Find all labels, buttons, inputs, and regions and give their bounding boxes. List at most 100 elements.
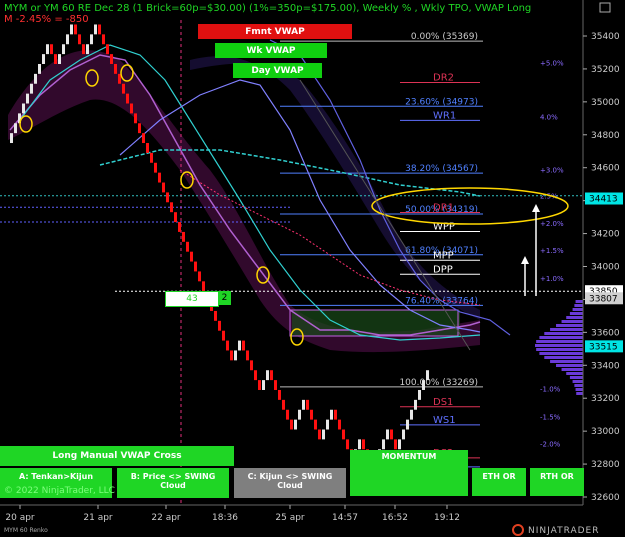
kijun-swing-cloud-button[interactable]: C: Kijun <> SWING Cloud xyxy=(234,468,346,498)
day-vwap-tag: Day VWAP xyxy=(233,63,322,78)
time-tick-label: 18:36 xyxy=(212,513,238,523)
tpo-profile-bar xyxy=(536,340,583,343)
order-count-badge: 2 xyxy=(218,291,231,305)
percent-label: -2.0% xyxy=(540,440,561,448)
renko-brick xyxy=(398,439,401,450)
renko-brick xyxy=(130,103,133,114)
price-swing-cloud-button[interactable]: B: Price <> SWING Cloud xyxy=(117,468,229,498)
renko-brick xyxy=(234,350,237,361)
renko-brick xyxy=(222,330,225,341)
price-tick-label: 35400 xyxy=(591,32,620,42)
percent-label: +3.0% xyxy=(540,166,564,174)
renko-brick xyxy=(298,409,301,420)
long-manual-vwap-cross-button[interactable]: Long Manual VWAP Cross xyxy=(0,446,234,466)
momentum-button[interactable]: MOMENTUM xyxy=(350,450,468,496)
brand-logo: NINJATRADER xyxy=(528,526,600,536)
tpo-profile-bar xyxy=(576,392,583,395)
renko-brick xyxy=(274,380,277,390)
renko-brick xyxy=(242,340,245,351)
renko-brick xyxy=(202,281,205,292)
renko-brick xyxy=(30,83,33,94)
renko-brick xyxy=(182,231,185,242)
renko-brick xyxy=(106,44,109,55)
time-tick-label: 25 apr xyxy=(275,513,305,523)
eth-or-button[interactable]: ETH OR xyxy=(472,468,526,496)
ichimoku-cloud xyxy=(190,56,480,320)
renko-brick xyxy=(318,429,321,440)
renko-brick xyxy=(390,429,393,440)
tpo-profile-bar xyxy=(575,388,583,391)
price-tick-label: 32800 xyxy=(591,460,620,470)
renko-brick xyxy=(154,162,157,173)
rth-or-button[interactable]: RTH OR xyxy=(530,468,584,496)
renko-brick xyxy=(38,63,41,74)
fib-label: 0.00% (35369) xyxy=(411,32,478,42)
tpo-profile-bar xyxy=(572,380,583,383)
price-tick-label: 35200 xyxy=(591,65,620,75)
percent-label: +1.0% xyxy=(540,275,564,283)
renko-brick xyxy=(190,251,193,262)
renko-brick xyxy=(342,429,345,440)
price-tick-label: 33400 xyxy=(591,361,620,371)
pivot-label: MPP xyxy=(433,250,454,261)
tpo-profile-bar xyxy=(574,384,583,387)
percent-change: M -2.45% = -850 xyxy=(4,14,89,25)
renko-brick xyxy=(66,34,69,45)
tpo-profile-bar xyxy=(550,360,583,363)
percent-label: +1.5% xyxy=(540,247,564,255)
renko-brick xyxy=(406,419,409,430)
tpo-profile-bar xyxy=(569,312,583,315)
renko-brick xyxy=(46,44,49,55)
price-tick-label: 35000 xyxy=(591,98,620,108)
renko-brick xyxy=(22,103,25,114)
percent-label: +5.0% xyxy=(540,59,564,67)
renko-brick xyxy=(326,419,329,430)
renko-brick xyxy=(122,83,125,94)
renko-brick xyxy=(358,439,361,450)
renko-brick xyxy=(218,320,221,331)
pivot-label: DR1 xyxy=(433,203,454,214)
fib-label: 100.00% (33269) xyxy=(399,378,478,388)
renko-brick xyxy=(254,370,257,381)
renko-brick xyxy=(262,380,265,390)
renko-brick xyxy=(394,439,397,450)
tpo-profile-bar xyxy=(561,368,583,371)
wk-vwap-tag: Wk VWAP xyxy=(215,43,327,58)
tpo-profile-bar xyxy=(539,352,583,355)
renko-brick xyxy=(266,370,269,381)
renko-brick xyxy=(314,419,317,430)
renko-brick xyxy=(162,182,165,193)
renko-brick xyxy=(74,24,77,35)
time-tick-label: 22 apr xyxy=(151,513,181,523)
renko-brick xyxy=(142,133,145,144)
renko-brick xyxy=(278,389,281,400)
percent-label: -1.5% xyxy=(540,413,561,421)
price-tick-label: 34000 xyxy=(591,263,620,273)
tpo-profile-bar xyxy=(535,344,583,347)
renko-brick xyxy=(166,192,169,203)
renko-brick xyxy=(230,350,233,361)
renko-brick xyxy=(42,54,45,64)
price-tick-label: 33200 xyxy=(591,394,620,404)
renko-brick xyxy=(286,409,289,420)
up-arrow-icon xyxy=(532,204,540,212)
pivot-label: WS1 xyxy=(433,415,456,426)
renko-brick xyxy=(146,143,149,153)
tpo-profile-bar xyxy=(550,328,583,331)
tpo-profile-bar xyxy=(575,300,583,303)
time-tick-label: 14:57 xyxy=(332,513,358,523)
price-tick-label: 33600 xyxy=(591,328,620,338)
fib-label: 38.20% (34567) xyxy=(405,164,478,174)
renko-brick xyxy=(422,380,425,390)
order-quantity-box[interactable]: 43 xyxy=(165,291,219,307)
renko-brick xyxy=(294,419,297,430)
renko-brick xyxy=(250,360,253,371)
tpo-profile-bar xyxy=(556,364,583,367)
ninjatrader-logo-icon xyxy=(512,524,524,536)
renko-brick xyxy=(290,419,293,430)
time-tick-label: 19:12 xyxy=(434,513,460,523)
renko-brick xyxy=(10,133,13,144)
renko-brick xyxy=(194,261,197,272)
renko-brick xyxy=(414,399,417,410)
tpo-profile-bar xyxy=(539,336,583,339)
